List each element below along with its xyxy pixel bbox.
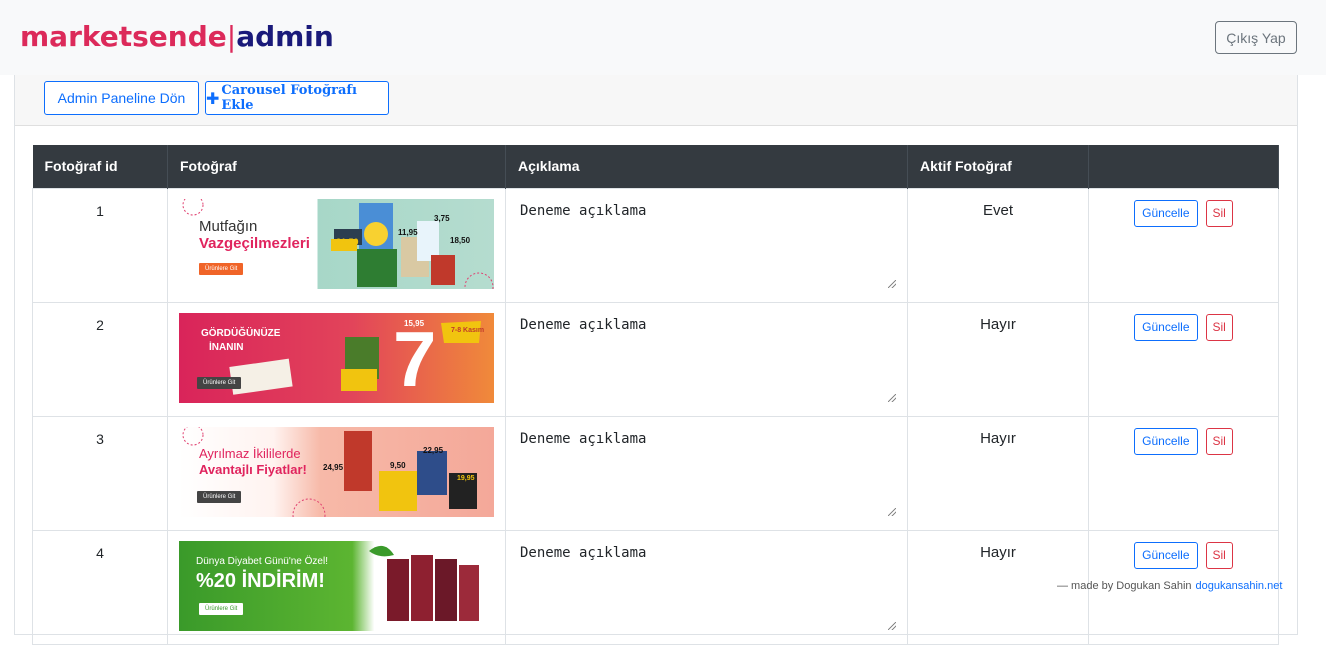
plus-icon: ✚	[206, 88, 220, 108]
banner-price: 3,75	[434, 213, 450, 223]
banner-big-number: 7	[393, 314, 437, 403]
update-button[interactable]: Güncelle	[1134, 427, 1198, 455]
card-header: Admin Paneline Dön ✚ Carousel Fotoğrafı E…	[15, 75, 1297, 126]
header-photo: Fotoğraf	[167, 145, 506, 188]
banner-cta: Ürünlere Git	[199, 262, 244, 275]
header-actions	[1088, 145, 1279, 188]
banner-price: 22,95	[423, 445, 444, 455]
back-to-admin-button[interactable]: Admin Paneline Dön	[44, 81, 199, 115]
carousel-banner-image: Dünya Diyabet Günü'ne Özel! %20 İNDİRİM!…	[179, 540, 494, 631]
brand-part2: admin	[236, 20, 334, 53]
banner-price: 9,50	[390, 460, 406, 470]
brand-separator: |	[226, 20, 237, 53]
footer-credit-text: — made by Dogukan Sahin	[1057, 580, 1192, 592]
photo-cell: GÖRDÜĞÜNÜZE İNANIN Ürünlere Git 7 7-8 Ka…	[167, 301, 506, 417]
header-description: Açıklama	[505, 145, 908, 188]
description-textarea[interactable]: Deneme açıklama	[516, 198, 897, 289]
banner-line1: GÖRDÜĞÜNÜZE	[201, 327, 281, 339]
description-cell: Deneme açıklama	[505, 301, 908, 417]
description-textarea[interactable]: Deneme açıklama	[516, 426, 897, 517]
banner-price: 15,95	[404, 318, 425, 328]
description-text: Deneme açıklama	[520, 316, 647, 333]
banner-decoration	[229, 320, 481, 395]
banner-line1: Mutfağın	[199, 217, 258, 235]
active-status: Hayır	[907, 301, 1089, 417]
table-row: 3 Ayrılmaz İkililerde Avantajlı Fiyatlar…	[32, 415, 1279, 531]
description-text: Deneme açıklama	[520, 202, 647, 219]
add-carousel-label: Carousel Fotoğrafı Ekle	[221, 83, 357, 113]
photo-cell: Mutfağın Vazgeçilmezleri Ürünlere Git 31…	[167, 187, 506, 303]
photo-id: 3	[32, 415, 168, 531]
carousel-banner-image: Mutfağın Vazgeçilmezleri Ürünlere Git 31…	[179, 198, 494, 289]
active-status: Hayır	[907, 415, 1089, 531]
photo-cell: Ayrılmaz İkililerde Avantajlı Fiyatlar! …	[167, 415, 506, 531]
banner-price: 11,95	[398, 227, 418, 237]
banner-price: 24,95	[323, 462, 344, 472]
banner-cta: Ürünlere Git	[199, 602, 244, 615]
banner-line1: Ayrılmaz İkililerde	[199, 445, 301, 461]
delete-button[interactable]: Sil	[1205, 541, 1233, 569]
update-button[interactable]: Güncelle	[1134, 199, 1198, 227]
update-button[interactable]: Güncelle	[1134, 541, 1198, 569]
carousel-table: Fotoğraf id Fotoğraf Açıklama Aktif Foto…	[32, 145, 1279, 645]
footer-credit: — made by Dogukan Sahin dogukansahin.net	[1057, 580, 1282, 592]
banner-line2: %20 İNDİRİM!	[196, 569, 325, 592]
brand-part1: marketsende	[20, 20, 227, 53]
banner-price: 18,50	[450, 235, 471, 245]
logout-button[interactable]: Çıkış Yap	[1215, 21, 1297, 54]
banner-line2: İNANIN	[209, 341, 244, 353]
header-photo-id: Fotoğraf id	[32, 145, 168, 188]
description-text: Deneme açıklama	[520, 430, 647, 447]
footer-link[interactable]: dogukansahin.net	[1196, 580, 1283, 592]
delete-button[interactable]: Sil	[1205, 313, 1233, 341]
resize-grip-icon[interactable]	[888, 279, 896, 288]
update-button[interactable]: Güncelle	[1134, 313, 1198, 341]
description-textarea[interactable]: Deneme açıklama	[516, 540, 897, 631]
description-cell: Deneme açıklama	[505, 187, 908, 303]
banner-badge: 7-8 Kasım	[451, 326, 485, 334]
actions-cell: Güncelle Sil	[1088, 187, 1279, 303]
description-textarea[interactable]: Deneme açıklama	[516, 312, 897, 403]
delete-button[interactable]: Sil	[1205, 427, 1233, 455]
add-carousel-photo-button[interactable]: ✚ Carousel Fotoğrafı Ekle	[205, 81, 389, 115]
banner-line2: Avantajlı Fiyatlar!	[199, 461, 307, 477]
banner-cta: Ürünlere Git	[197, 376, 242, 389]
description-cell: Deneme açıklama	[505, 415, 908, 531]
photo-id: 1	[32, 187, 168, 303]
carousel-banner-image: GÖRDÜĞÜNÜZE İNANIN Ürünlere Git 7 7-8 Ka…	[179, 312, 494, 403]
carousel-banner-image: Ayrılmaz İkililerde Avantajlı Fiyatlar! …	[179, 426, 494, 517]
table-row: 1 Mutfağın Vazgeçilmezleri Ürünlere Git …	[32, 187, 1279, 303]
actions-cell: Güncelle Sil	[1088, 301, 1279, 417]
banner-line2: Vazgeçilmezleri	[199, 234, 310, 252]
resize-grip-icon[interactable]	[888, 621, 896, 630]
banner-line1: Dünya Diyabet Günü'ne Özel!	[196, 555, 328, 567]
table-row: 2 GÖRDÜĞÜNÜZE İNANIN Ürünlere Git 7 7-8 …	[32, 301, 1279, 417]
actions-cell: Güncelle Sil	[1088, 415, 1279, 531]
resize-grip-icon[interactable]	[888, 507, 896, 516]
delete-button[interactable]: Sil	[1205, 199, 1233, 227]
resize-grip-icon[interactable]	[888, 393, 896, 402]
description-text: Deneme açıklama	[520, 544, 647, 561]
active-status: Evet	[907, 187, 1089, 303]
photo-id: 2	[32, 301, 168, 417]
banner-cta: Ürünlere Git	[197, 490, 242, 503]
table-header-row: Fotoğraf id Fotoğraf Açıklama Aktif Foto…	[32, 145, 1279, 188]
banner-price: 31,50	[336, 236, 359, 247]
header-active-photo: Aktif Fotoğraf	[907, 145, 1089, 188]
brand-logo[interactable]: marketsende|admin	[20, 20, 334, 53]
navbar: marketsende|admin Çıkış Yap	[0, 0, 1326, 75]
banner-price: 19,95	[457, 474, 475, 482]
